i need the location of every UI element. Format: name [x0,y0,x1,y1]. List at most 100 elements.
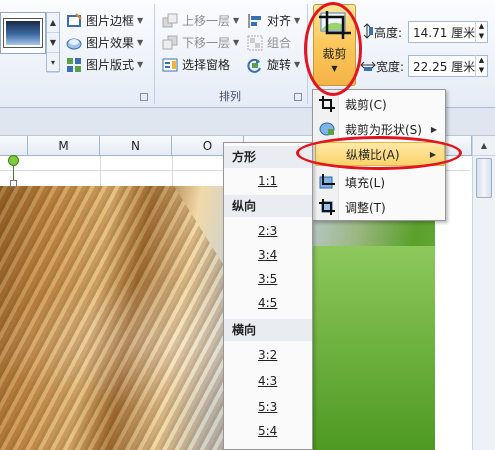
chevron-down-icon: ▼ [233,16,240,25]
ratio-item[interactable]: 3:2 [224,343,312,367]
ratio-item[interactable]: 4:3 [224,369,312,393]
ratio-label: 5:3 [258,400,278,414]
width-field[interactable]: 22.25 厘米 ▲ ▼ [408,55,488,77]
selection-pane-icon [162,57,178,73]
group-separator [307,4,308,104]
menu-item-crop-to-shape[interactable]: 裁剪为形状(S) ▶ [315,117,445,141]
picture-layout-button[interactable]: 图片版式 ▼ [66,54,143,75]
scroll-up-icon[interactable]: ▲ [473,136,495,156]
align-label: 对齐 [267,14,292,28]
ratio-label: 4:3 [258,374,278,388]
height-icon [360,22,374,42]
group-separator [154,4,155,104]
send-backward-icon [162,35,178,51]
rotation-handle[interactable] [8,155,19,166]
ratio-label: 1:1 [258,174,278,188]
menu-item-crop[interactable]: 裁剪(C) [315,92,445,116]
picture-effects-button[interactable]: 图片效果 ▼ [66,32,143,53]
corner-header[interactable] [0,136,28,156]
aspect-ratio-icon [320,146,336,162]
group-button[interactable]: 组合 [247,32,291,53]
align-button[interactable]: 对齐 ▼ [247,10,300,31]
ratio-label: 2:3 [258,224,278,238]
height-label: 高度: [374,25,403,40]
chevron-down-icon: ▼ [137,16,144,25]
width-value[interactable]: 22.25 厘米 [413,58,475,75]
selected-picture[interactable] [0,186,435,450]
ratio-item[interactable]: 5:4 [224,419,312,443]
crop-button[interactable]: 裁剪 ▼ [313,4,356,86]
chevron-down-icon: ▼ [331,64,338,73]
dialog-launcher-icon[interactable] [294,93,302,101]
crop-button-label: 裁剪 [322,47,347,61]
ratio-item[interactable]: 3:5 [224,267,312,291]
bring-forward-label: 上移一层 [182,14,231,28]
picture-effects-label: 图片效果 [86,36,135,50]
crop-picture-icon [318,11,351,39]
height-value[interactable]: 14.71 厘米 [413,24,475,41]
menu-item-label: 纵横比(A) [346,147,400,162]
submenu-arrow-icon: ▶ [430,124,437,134]
arrange-group-title: 排列 [219,90,241,103]
picture-style-thumbnail[interactable] [4,19,42,47]
section-header-landscape: 横向 [224,319,312,341]
ratio-label: 5:4 [258,424,278,438]
menu-item-fit[interactable]: 调整(T) [315,195,445,219]
menu-item-label: 调整(T) [345,200,386,215]
picture-style-gallery[interactable] [0,12,46,54]
submenu-arrow-icon: ▶ [429,149,436,159]
picture-border-label: 图片边框 [86,14,135,28]
width-spinner[interactable]: ▲ ▼ [475,55,487,77]
width-row: 宽度: 22.25 厘米 ▲ ▼ [360,54,488,78]
gallery-scroll[interactable]: ▲ ▼ ▾ [46,12,60,73]
ratio-label: 3:4 [258,248,278,262]
gallery-down-icon[interactable]: ▼ [47,33,59,53]
resize-handle[interactable] [10,180,17,187]
ratio-item[interactable]: 5:3 [224,395,312,419]
ratio-item[interactable]: 1:1 [224,169,312,193]
bring-forward-button[interactable]: 上移一层 ▼ [162,10,239,31]
ratio-item[interactable]: 2:3 [224,219,312,243]
selection-pane-button[interactable]: 选择窗格 [162,54,230,75]
section-header-portrait: 纵向 [224,195,312,217]
ratio-label: 4:5 [258,296,278,310]
menu-item-fill[interactable]: 填充(L) [315,170,445,194]
menu-item-aspect-ratio[interactable]: 纵横比(A) ▶ [315,142,445,166]
send-backward-button[interactable]: 下移一层 ▼ [162,32,239,53]
picture-border-button[interactable]: 图片边框 ▼ [66,10,143,31]
ratio-label: 3:2 [258,348,278,362]
height-row: 高度: 14.71 厘米 ▲ ▼ [360,20,488,44]
width-icon [360,58,376,75]
height-label-wrap: 高度: [360,22,408,42]
send-backward-label: 下移一层 [182,36,231,50]
picture-layout-icon [66,57,82,73]
chevron-down-icon: ▼ [294,60,301,69]
chevron-down-icon: ▼ [294,16,301,25]
menu-item-label: 填充(L) [345,175,386,190]
picture-border-icon [66,12,82,29]
ratio-item[interactable]: 4:5 [224,291,312,315]
column-header[interactable]: N [100,136,172,156]
group-icon [247,35,263,51]
vertical-scrollbar[interactable]: ▲ [472,136,495,450]
selection-pane-label: 选择窗格 [182,58,231,72]
rotate-button[interactable]: 旋转 ▼ [247,54,300,75]
rotate-label: 旋转 [267,58,292,72]
ratio-item[interactable]: 3:4 [224,243,312,267]
scroll-thumb[interactable] [476,158,492,198]
height-spinner[interactable]: ▲ ▼ [475,21,487,43]
menu-item-label: 裁剪(C) [345,97,387,112]
gallery-more-icon[interactable]: ▾ [47,53,59,73]
dialog-launcher-icon[interactable] [140,93,148,101]
chevron-down-icon: ▼ [137,38,144,47]
gallery-up-icon[interactable]: ▲ [47,13,59,33]
bring-forward-icon [162,13,178,29]
height-field[interactable]: 14.71 厘米 ▲ ▼ [408,21,488,43]
picture-layout-label: 图片版式 [86,58,135,72]
width-label: 宽度: [376,59,405,74]
chevron-down-icon: ▼ [137,60,144,69]
menu-item-label: 裁剪为形状(S) [345,122,422,137]
ratio-label: 3:5 [258,272,278,286]
align-icon [247,13,263,29]
column-header[interactable]: M [28,136,100,156]
